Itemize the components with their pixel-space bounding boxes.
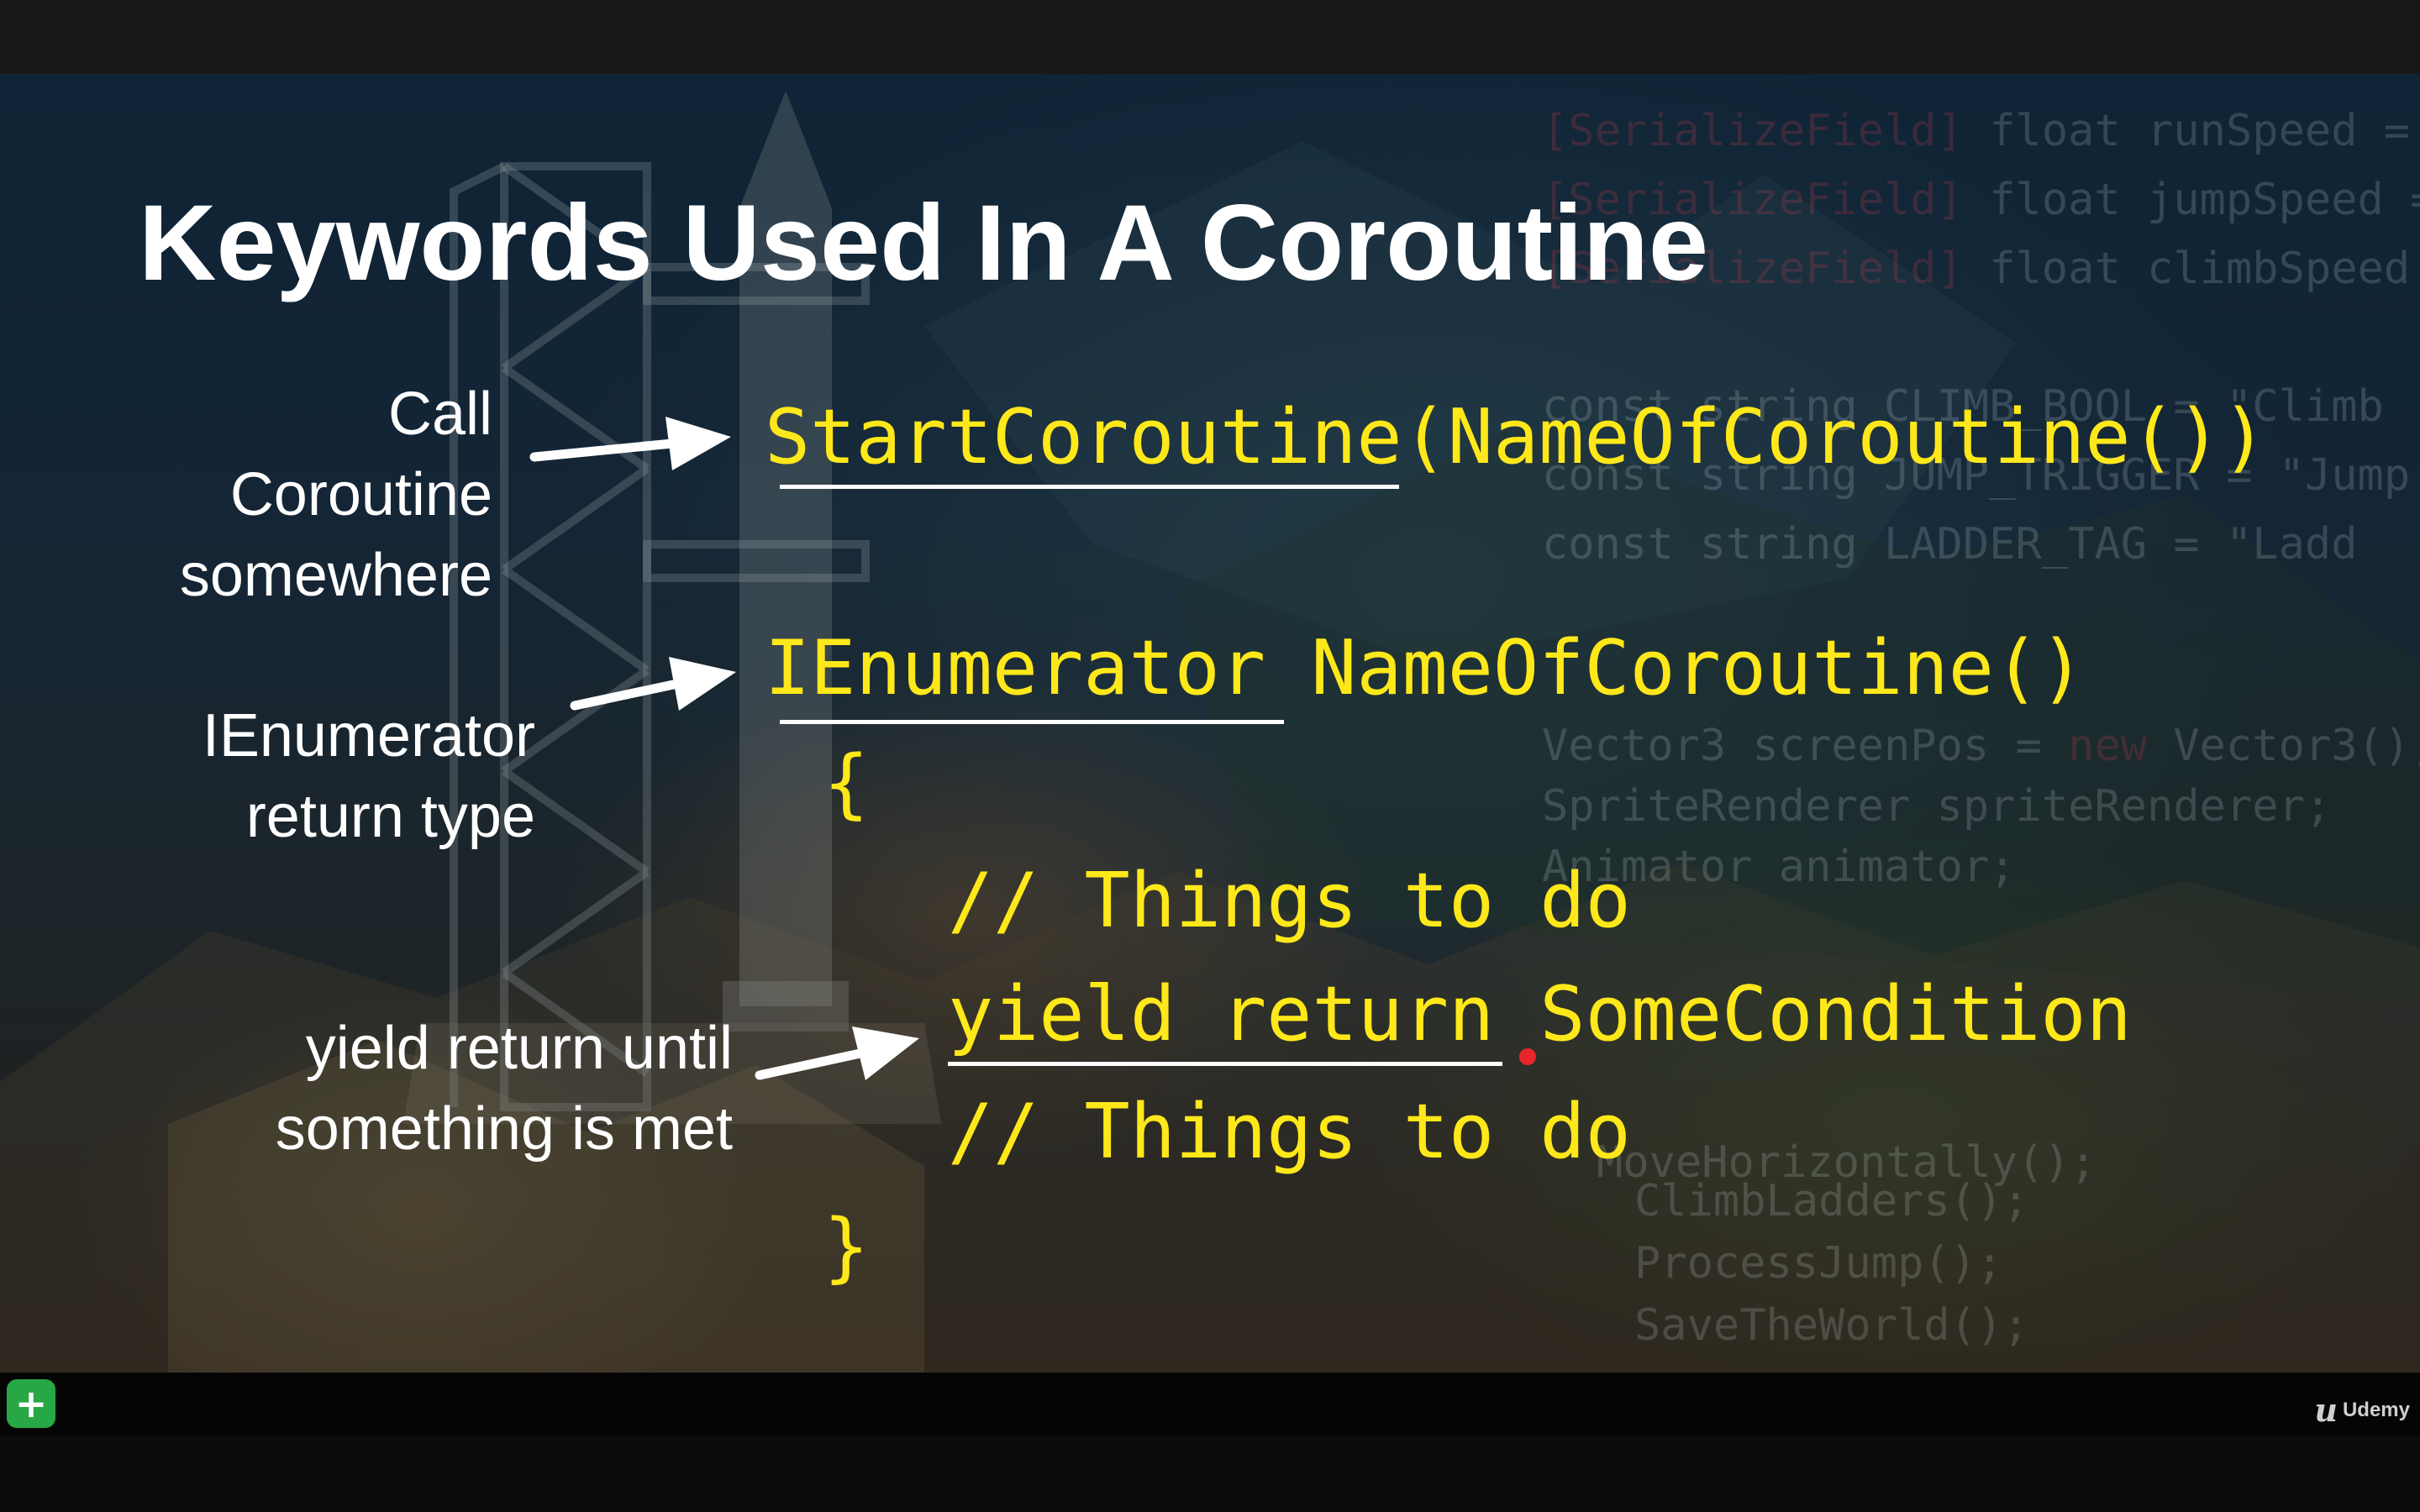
code-open-brace: { xyxy=(823,739,870,827)
bg-code-const-3: const string LADDER_TAG = "Ladd xyxy=(1542,519,2358,570)
player-control-strip: + u Udemy xyxy=(0,1373,2420,1436)
player-bottom-bar: + u Udemy xyxy=(0,1373,2420,1512)
code-ienumerator-signature: IEnumerator NameOfCoroutine() xyxy=(765,624,2086,712)
bg-code-vector-decl: Vector3 screenPos = new Vector3(); xyxy=(1542,721,2420,771)
bg-code-sprite-renderer: SpriteRenderer spriteRenderer; xyxy=(1542,781,2332,832)
label-yield-return: yield return until something is met xyxy=(276,1008,733,1169)
slide-title: Keywords Used In A Coroutine xyxy=(139,183,1709,303)
code-comment-1: // Things to do xyxy=(948,857,1631,945)
udemy-brand-text: Udemy xyxy=(2342,1398,2410,1421)
label-line: something is met xyxy=(275,1095,733,1163)
label-line: yield return until xyxy=(305,1015,733,1082)
pointer-dot xyxy=(1519,1048,1536,1065)
bg-code-jump-call: ProcessJump(); xyxy=(1634,1238,2003,1289)
label-line: somewhere xyxy=(179,542,492,609)
label-ienumerator-return-type: IEnumerator return type xyxy=(203,696,535,857)
slide: [SerializeField] float runSpeed = [Seria… xyxy=(0,74,2420,1373)
underline-yield-return xyxy=(948,1062,1502,1066)
add-plus-icon[interactable]: + xyxy=(7,1379,55,1428)
code-start-coroutine: StartCoroutine(NameOfCoroutine()) xyxy=(765,393,2268,481)
code-yield-return: yield return SomeCondition xyxy=(948,970,2132,1058)
bg-code-climb-call: ClimbLadders(); xyxy=(1634,1176,2029,1226)
label-line: return type xyxy=(245,783,535,850)
code-close-brace: } xyxy=(823,1203,870,1291)
label-line: Coroutine xyxy=(229,461,492,528)
udemy-watermark: u Udemy xyxy=(2314,1391,2410,1429)
label-line: Call xyxy=(387,381,492,448)
underline-start-coroutine xyxy=(780,485,1399,489)
label-call-coroutine: Call Coroutine somewhere xyxy=(180,374,492,616)
udemy-logo-icon: u xyxy=(2314,1391,2338,1429)
bg-code-serialize-field-1: [SerializeField] float runSpeed = xyxy=(1542,106,2411,156)
code-comment-2: // Things to do xyxy=(948,1088,1631,1176)
bg-code-save-call: SaveTheWorld(); xyxy=(1634,1300,2029,1351)
label-line: IEnumerator xyxy=(202,702,535,769)
underline-ienumerator xyxy=(780,720,1284,724)
player-top-bar xyxy=(0,0,2420,74)
